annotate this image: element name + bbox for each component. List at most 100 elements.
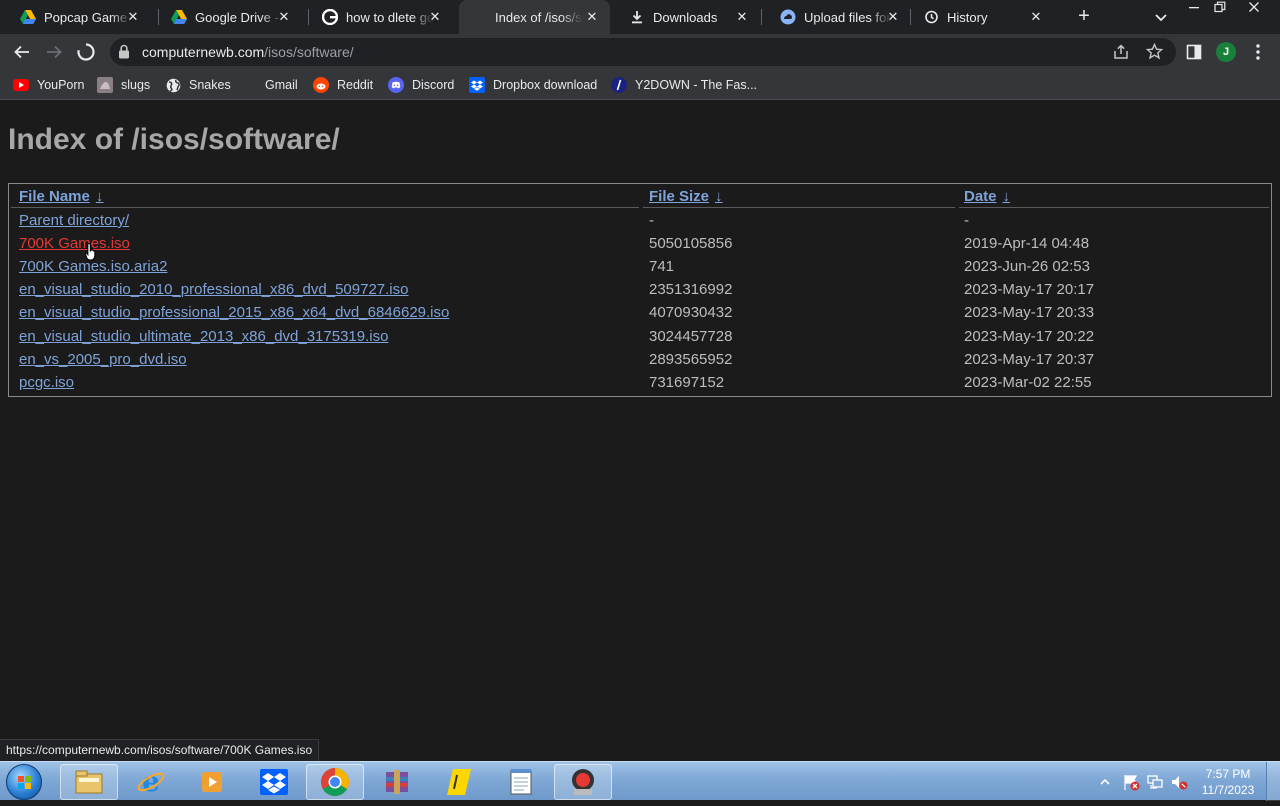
taskbar-file-explorer[interactable] (60, 764, 118, 800)
start-button[interactable] (6, 764, 42, 800)
forward-button[interactable] (42, 40, 66, 64)
google-icon (322, 9, 338, 25)
file-link[interactable]: pcgc.iso (19, 374, 74, 391)
share-icon[interactable] (1113, 44, 1129, 65)
file-link[interactable]: en_vs_2005_pro_dvd.iso (19, 351, 187, 368)
tab-title: Popcap Game C (44, 9, 132, 25)
bookmark-reddit[interactable]: Reddit (313, 76, 373, 94)
address-bar[interactable]: computernewb.com/isos/software/ (110, 38, 1176, 66)
bookmarks-bar: YouPorn slugs Snakes Gmail Reddit Discor… (0, 70, 1280, 100)
sticky-note-icon (447, 769, 471, 795)
tab-google-search[interactable]: how to dlete go ✕ (302, 0, 453, 34)
taskbar-dropbox[interactable] (245, 764, 303, 800)
bookmark-label: Reddit (337, 78, 374, 92)
close-icon[interactable]: ✕ (885, 9, 901, 25)
bookmark-discord[interactable]: Discord (388, 76, 454, 94)
star-bookmark-icon[interactable] (1145, 42, 1164, 65)
taskbar-chrome[interactable] (306, 764, 364, 800)
volume-muted-icon (1172, 775, 1188, 789)
header-divider (11, 207, 639, 208)
windows-taskbar: e 7:57 PM 11/7/2023 (0, 761, 1280, 801)
close-icon[interactable]: ✕ (276, 9, 292, 25)
close-window-button[interactable] (1240, 0, 1268, 22)
discord-icon (388, 77, 404, 93)
dropbox-icon (260, 769, 288, 795)
close-icon[interactable]: ✕ (125, 9, 141, 25)
column-header-file-size[interactable]: File Size ↓ (649, 188, 723, 205)
new-tab-button[interactable]: + (1072, 5, 1096, 29)
stop-loading-button[interactable] (74, 40, 98, 64)
lock-icon[interactable] (118, 44, 130, 64)
page-title: Index of /isos/software/ (8, 123, 340, 156)
svg-text:e: e (142, 767, 160, 797)
taskbar-winrar[interactable] (368, 764, 426, 800)
winrar-icon (386, 770, 408, 794)
page-content: Index of /isos/software/ File Name ↓ File… (0, 101, 1280, 761)
tray-action-center[interactable] (1122, 762, 1140, 801)
download-icon (629, 9, 645, 25)
tray-overflow-button[interactable] (1100, 762, 1110, 801)
file-date: 2023-Mar-02 22:55 (964, 374, 1092, 391)
file-date: 2023-Jun-26 02:53 (964, 258, 1090, 275)
bookmark-youporn[interactable]: YouPorn (13, 76, 85, 94)
taskbar-notepad[interactable] (492, 764, 550, 800)
side-panel-button[interactable] (1182, 40, 1206, 64)
tab-title: Index of /isos/sc (495, 9, 583, 25)
file-listing-table: File Name ↓ File Size ↓ Date ↓ Parent direc… (8, 183, 1272, 397)
file-size: 2351316992 (649, 281, 733, 298)
close-icon[interactable]: ✕ (1028, 9, 1044, 25)
close-icon[interactable]: ✕ (427, 9, 443, 25)
menu-button[interactable] (1246, 40, 1270, 64)
taskbar-media-player[interactable] (183, 764, 241, 800)
bookmark-snakes[interactable]: Snakes (165, 76, 231, 94)
tab-title: how to dlete go (346, 9, 434, 25)
bookmark-y2down[interactable]: Y2DOWN - The Fas... (611, 76, 757, 94)
close-icon[interactable]: ✕ (584, 9, 600, 25)
globe-icon (165, 77, 181, 93)
column-header-label: File Size (649, 188, 710, 205)
taskbar-sticky-note[interactable] (430, 764, 488, 800)
tab-history[interactable]: History ✕ (903, 0, 1054, 34)
tray-network[interactable] (1146, 762, 1164, 801)
restore-button[interactable] (1206, 0, 1234, 22)
bookmark-dropbox[interactable]: Dropbox download (469, 76, 597, 94)
file-link[interactable]: Parent directory/ (19, 212, 129, 229)
file-size: 5050105856 (649, 235, 733, 252)
slug-image-icon (97, 77, 113, 93)
file-date: 2023-May-17 20:17 (964, 281, 1095, 298)
file-link[interactable]: 700K Games.iso (19, 235, 130, 252)
taskbar-record-app[interactable] (554, 764, 612, 800)
sort-arrow-icon: ↓ (95, 188, 104, 205)
tab-popcap[interactable]: Popcap Game C ✕ (0, 0, 151, 34)
file-date: 2023-May-17 20:33 (964, 304, 1095, 321)
arrow-left-icon (14, 45, 29, 59)
file-explorer-icon (75, 770, 103, 794)
close-icon[interactable]: ✕ (734, 9, 750, 25)
taskbar-internet-explorer[interactable]: e (122, 764, 180, 800)
back-button[interactable] (10, 40, 34, 64)
tab-google-drive[interactable]: Google Drive - V ✕ (151, 0, 302, 34)
tab-search-button[interactable] (1150, 6, 1172, 28)
column-header-date[interactable]: Date ↓ (964, 188, 1010, 205)
profile-avatar[interactable]: J (1216, 42, 1236, 62)
tray-volume[interactable] (1170, 762, 1188, 801)
file-size: 2893565952 (649, 351, 733, 368)
header-divider (959, 207, 1269, 208)
column-header-label: Date (964, 188, 997, 205)
column-header-label: File Name (19, 188, 90, 205)
bookmark-slugs[interactable]: slugs (97, 76, 150, 94)
show-desktop-button[interactable] (1266, 762, 1280, 801)
file-link[interactable]: en_visual_studio_2010_professional_x86_d… (19, 281, 408, 298)
minimize-button[interactable] (1180, 0, 1208, 22)
tab-upload-files[interactable]: Upload files for ✕ (760, 0, 911, 34)
file-link[interactable]: en_visual_studio_professional_2015_x86_x… (19, 304, 449, 321)
link-status-bubble: https://computernewb.com/isos/software/7… (0, 739, 320, 761)
tab-downloads[interactable]: Downloads ✕ (609, 0, 760, 34)
bookmark-gmail[interactable]: Gmail (241, 76, 298, 94)
tab-index-of-isos[interactable]: Index of /isos/sc ✕ (459, 0, 610, 34)
loading-spinner-icon (77, 43, 95, 61)
column-header-file-name[interactable]: File Name ↓ (19, 188, 103, 205)
file-link[interactable]: en_visual_studio_ultimate_2013_x86_dvd_3… (19, 328, 388, 345)
browser-toolbar: computernewb.com/isos/software/ J (0, 34, 1280, 70)
taskbar-clock[interactable]: 7:57 PM 11/7/2023 (1194, 766, 1262, 798)
